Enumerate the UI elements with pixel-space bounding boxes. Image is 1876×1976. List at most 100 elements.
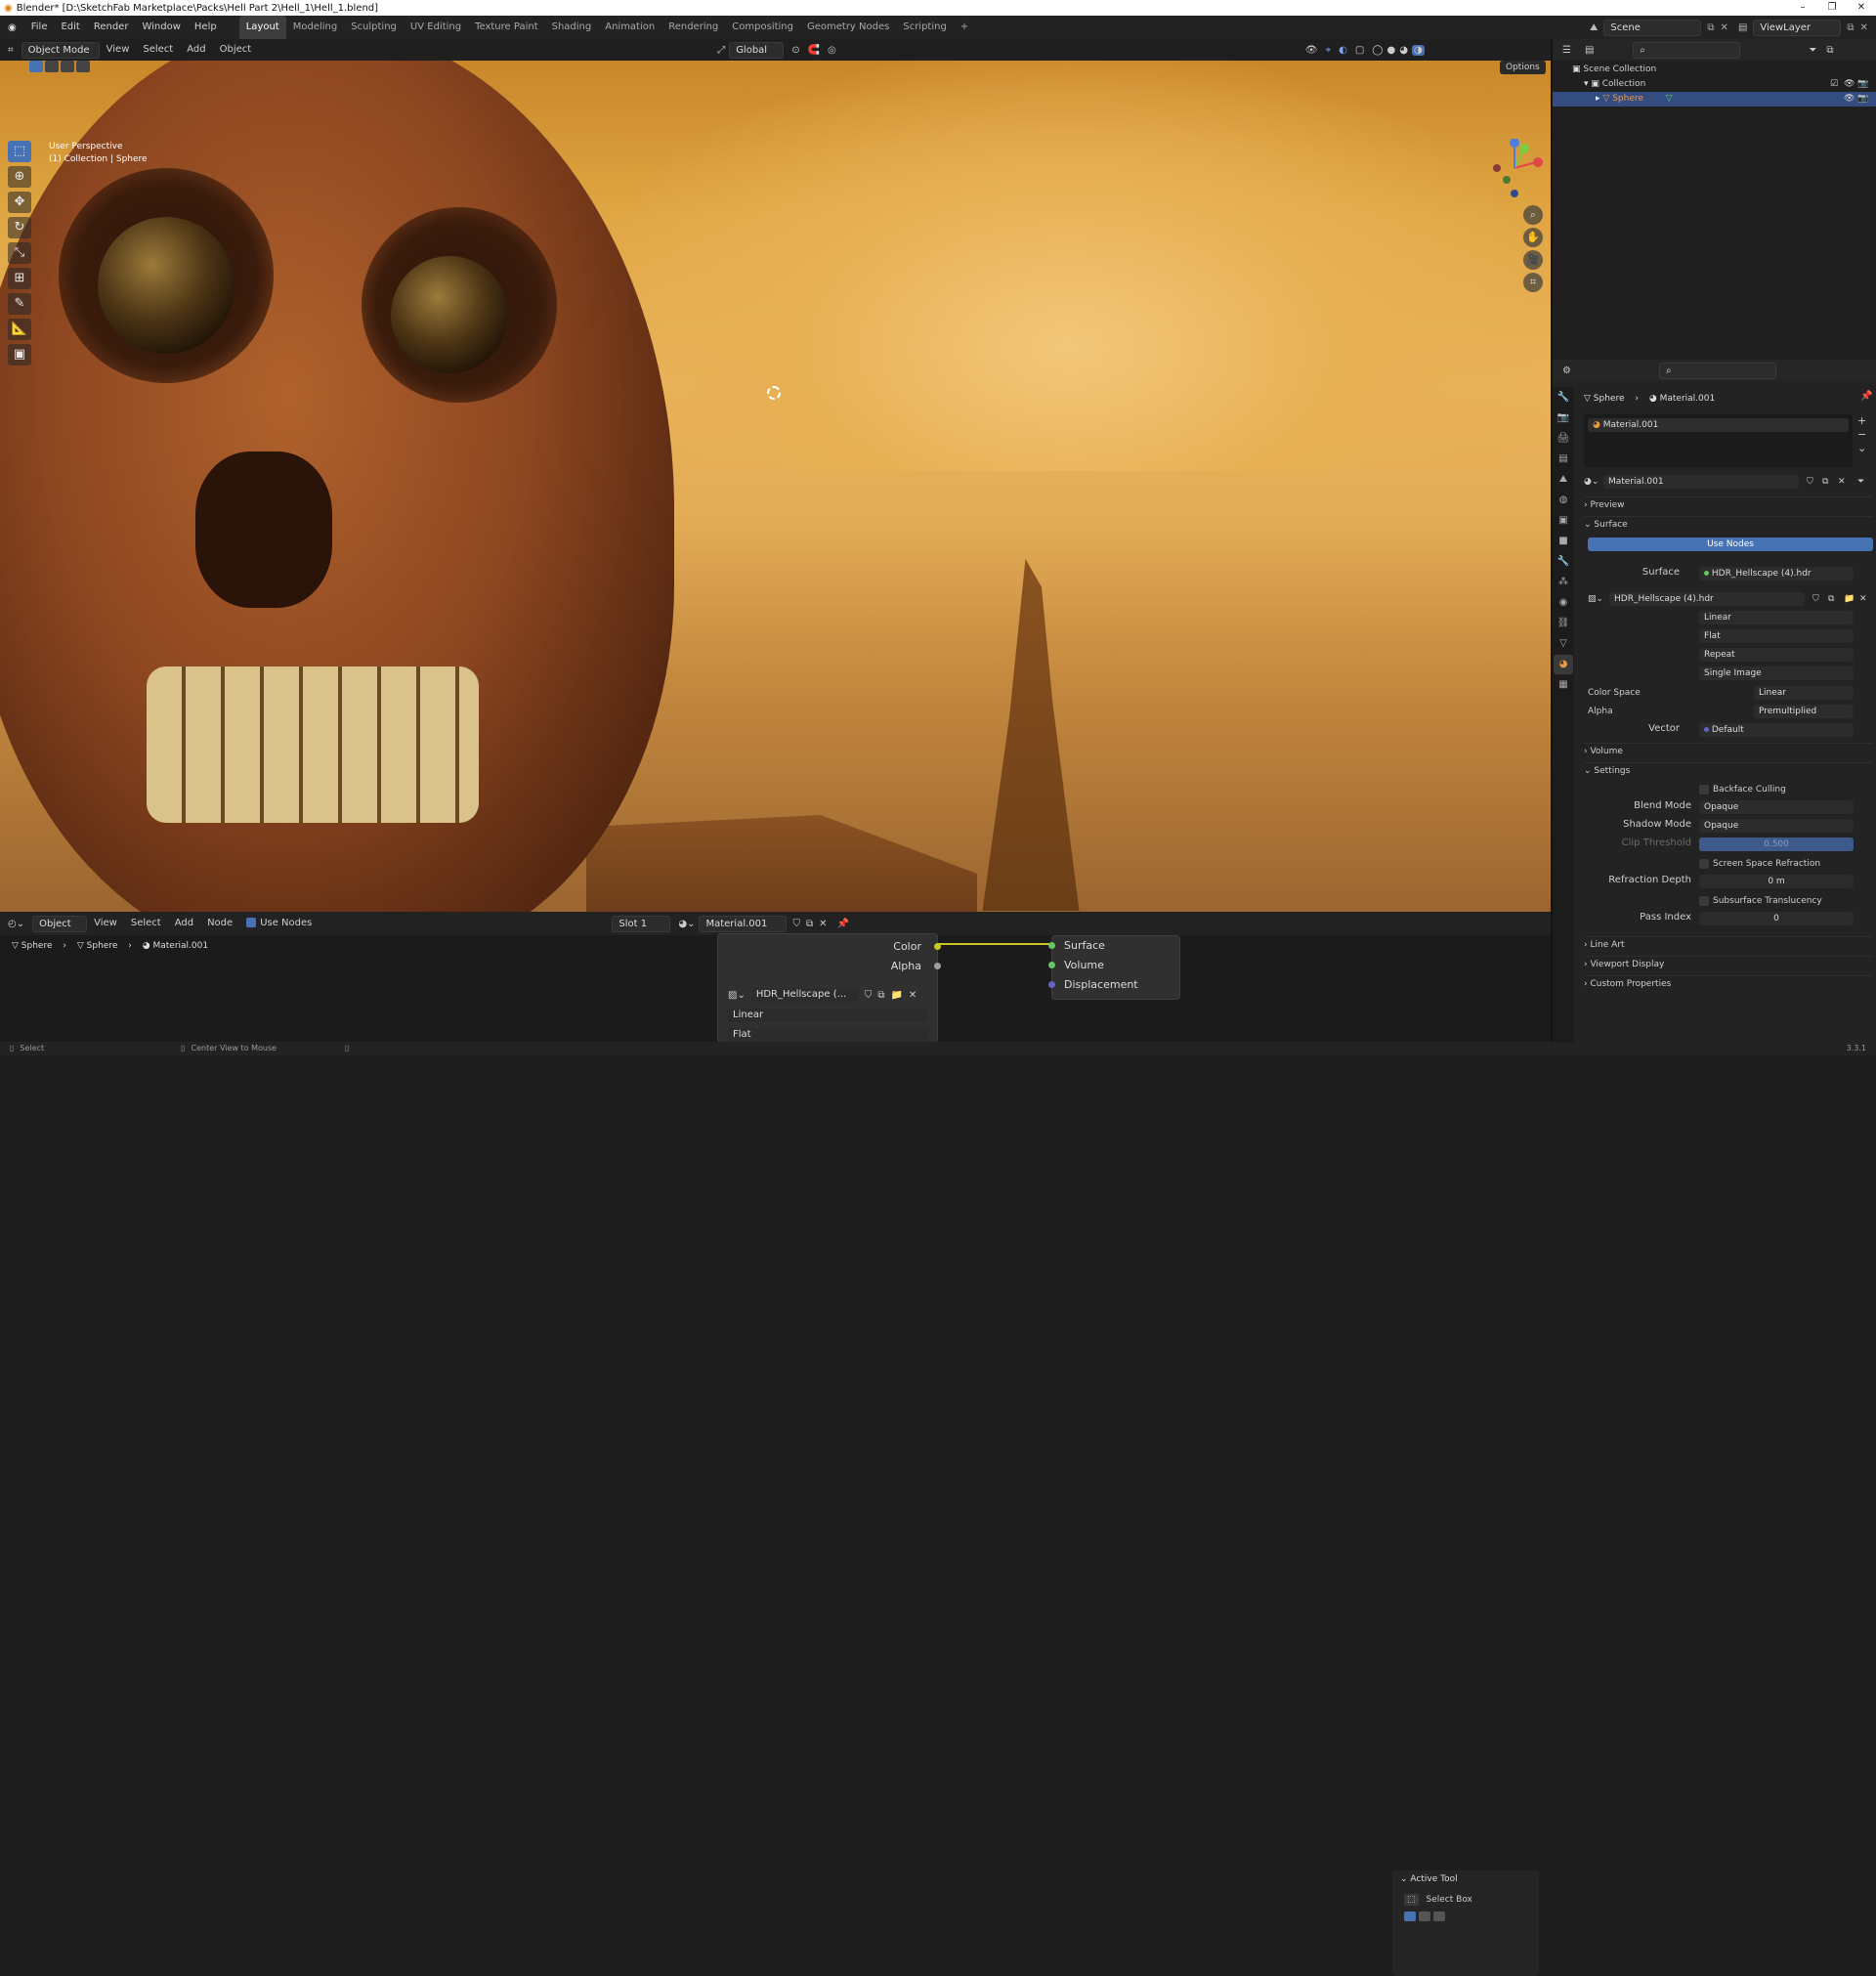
- shading-solid-icon[interactable]: ●: [1387, 45, 1396, 56]
- fake-user-icon[interactable]: ⛉: [792, 919, 800, 929]
- node-projection-dropdown[interactable]: Flat: [728, 1028, 929, 1042]
- options-dropdown[interactable]: Options: [1500, 61, 1546, 74]
- image-name-field[interactable]: HDR_Hellscape (4).hdr: [1609, 592, 1805, 606]
- add-workspace-button[interactable]: +: [954, 16, 975, 39]
- delete-viewlayer-icon[interactable]: ✕: [1860, 22, 1868, 33]
- active-tool-header[interactable]: ⌄ Active Tool: [1392, 1870, 1539, 1888]
- annotate-tool[interactable]: ✎: [8, 293, 31, 315]
- visibility-icon[interactable]: 👁: [1305, 45, 1318, 56]
- node-material-field[interactable]: Material.001: [699, 915, 788, 932]
- camera-icon[interactable]: 📷: [1857, 92, 1868, 107]
- move-tool[interactable]: ✥: [8, 192, 31, 213]
- proportional-edit-icon[interactable]: ◎: [828, 45, 836, 56]
- scene-tab-icon[interactable]: ⛰: [1554, 470, 1573, 490]
- settings-panel-header[interactable]: ⌄ Settings: [1584, 762, 1872, 778]
- unlink-image-icon[interactable]: ✕: [1859, 591, 1867, 607]
- blender-menu-icon[interactable]: ◉: [0, 22, 24, 33]
- output-tab-icon[interactable]: 🖨: [1554, 429, 1573, 449]
- node-editor-type-icon[interactable]: ◴⌄: [0, 919, 32, 929]
- scene-selector[interactable]: Scene: [1603, 19, 1702, 36]
- menu-render[interactable]: Render: [87, 16, 136, 39]
- properties-search-input[interactable]: ⌕: [1658, 362, 1776, 379]
- delete-scene-icon[interactable]: ✕: [1721, 22, 1728, 33]
- shader-type-dropdown[interactable]: Object: [32, 915, 88, 932]
- remove-slot-icon[interactable]: −: [1857, 428, 1866, 442]
- source-dropdown[interactable]: Single Image: [1699, 666, 1854, 680]
- world-tab-icon[interactable]: ◍: [1554, 491, 1573, 510]
- displacement-input-socket[interactable]: [1048, 981, 1055, 988]
- gizmo-toggle-icon[interactable]: ⌖: [1325, 45, 1331, 56]
- transform-tool[interactable]: ⊞: [8, 268, 31, 289]
- maximize-button[interactable]: ❐: [1817, 0, 1847, 16]
- select-invert-icon[interactable]: [76, 61, 90, 72]
- node-menu-node[interactable]: Node: [200, 913, 239, 934]
- color-space-dropdown[interactable]: Linear: [1754, 686, 1854, 700]
- color-output-socket[interactable]: [934, 943, 941, 950]
- scale-tool[interactable]: ⤡: [8, 242, 31, 264]
- select-extend-icon[interactable]: [45, 61, 59, 72]
- open-image-icon[interactable]: 📁: [890, 990, 902, 1001]
- pin-icon[interactable]: 📌: [837, 919, 849, 929]
- workspace-tab-rendering[interactable]: Rendering: [661, 16, 725, 39]
- collection-tab-icon[interactable]: ▣: [1554, 511, 1573, 531]
- menu-edit[interactable]: Edit: [54, 16, 86, 39]
- material-slot-item[interactable]: ◕ Material.001: [1588, 418, 1849, 432]
- blend-mode-dropdown[interactable]: Opaque: [1699, 800, 1854, 814]
- eye-icon[interactable]: 👁: [1844, 92, 1855, 107]
- workspace-tab-animation[interactable]: Animation: [598, 16, 661, 39]
- minimize-button[interactable]: –: [1788, 0, 1817, 16]
- fake-user-icon[interactable]: ⛉: [1812, 591, 1819, 607]
- xray-icon[interactable]: ▢: [1355, 45, 1364, 56]
- screen-space-refraction-checkbox[interactable]: Screen Space Refraction: [1699, 856, 1820, 872]
- workspace-tab-compositing[interactable]: Compositing: [725, 16, 800, 39]
- node-editor-canvas[interactable]: ▽ Sphere › ▽ Sphere › ◕ Material.001 Col…: [0, 933, 1551, 1976]
- surface-shader-field[interactable]: HDR_Hellscape (4).hdr: [1699, 567, 1854, 580]
- select-box-row[interactable]: ⬚ Select Box: [1392, 1888, 1539, 1912]
- extension-dropdown[interactable]: Repeat: [1699, 648, 1854, 662]
- outliner-row-collection[interactable]: ▾ ▣ Collection ☑ 👁 📷: [1553, 77, 1876, 92]
- outliner-editor-icon[interactable]: ☰: [1562, 45, 1571, 56]
- select-subtract-icon[interactable]: [1433, 1912, 1445, 1921]
- interpolation-dropdown[interactable]: Linear: [1699, 611, 1854, 624]
- snap-icon[interactable]: 🧲: [808, 45, 820, 56]
- outliner-row-sphere[interactable]: ▸ ▽ Sphere ▽ 👁 📷: [1553, 92, 1876, 107]
- viewport-menu-add[interactable]: Add: [180, 39, 212, 61]
- volume-input-socket[interactable]: [1048, 962, 1055, 968]
- zoom-icon[interactable]: ⌕: [1523, 205, 1543, 225]
- shading-rendered-icon[interactable]: ◑: [1411, 44, 1425, 56]
- close-button[interactable]: ✕: [1847, 0, 1876, 16]
- slot-dropdown[interactable]: Slot 1: [612, 915, 671, 932]
- material-output-node[interactable]: Surface Volume Displacement: [1048, 935, 1180, 1000]
- eye-icon[interactable]: 👁: [1844, 77, 1855, 92]
- texture-tab-icon[interactable]: ▦: [1554, 675, 1573, 695]
- add-cube-tool[interactable]: ▣: [8, 344, 31, 365]
- workspace-tab-shading[interactable]: Shading: [545, 16, 599, 39]
- outliner-search-input[interactable]: ⌕: [1633, 41, 1741, 59]
- duplicate-material-icon[interactable]: ⧉: [806, 919, 813, 929]
- camera-view-icon[interactable]: 🎥: [1523, 250, 1543, 270]
- filter-icon[interactable]: ⏷: [1809, 45, 1816, 56]
- display-mode-icon[interactable]: ▤: [1585, 45, 1594, 56]
- material-name-field[interactable]: Material.001: [1603, 475, 1799, 489]
- node-interpolation-dropdown[interactable]: Linear: [728, 1009, 929, 1022]
- preview-panel-header[interactable]: › Preview: [1584, 496, 1872, 512]
- menu-window[interactable]: Window: [135, 16, 187, 39]
- data-tab-icon[interactable]: ▽: [1554, 634, 1573, 654]
- menu-file[interactable]: File: [24, 16, 55, 39]
- physics-tab-icon[interactable]: ◉: [1554, 593, 1573, 613]
- material-tab-icon[interactable]: ◕: [1554, 655, 1573, 674]
- node-menu-add[interactable]: Add: [168, 913, 200, 934]
- image-browse-icon[interactable]: ▨⌄: [728, 990, 746, 1001]
- select-new-icon[interactable]: [29, 61, 43, 72]
- workspace-tab-modeling[interactable]: Modeling: [286, 16, 345, 39]
- open-image-icon[interactable]: 📁: [1844, 591, 1855, 607]
- image-texture-node[interactable]: Color Alpha ▨⌄ HDR_Hellscape (... ⛉ ⧉ 📁 …: [717, 933, 941, 1043]
- constraints-tab-icon[interactable]: ⛓: [1554, 614, 1573, 633]
- material-slot-list[interactable]: ◕ Material.001: [1584, 414, 1853, 468]
- viewport-menu-view[interactable]: View: [100, 39, 137, 61]
- refraction-depth-field[interactable]: 0 m: [1699, 875, 1854, 888]
- properties-editor-icon[interactable]: ⚙: [1562, 365, 1571, 376]
- viewport-display-panel-header[interactable]: › Viewport Display: [1584, 956, 1872, 971]
- node-menu-select[interactable]: Select: [124, 913, 168, 934]
- outliner-row-scene-collection[interactable]: ▣ Scene Collection: [1553, 63, 1876, 77]
